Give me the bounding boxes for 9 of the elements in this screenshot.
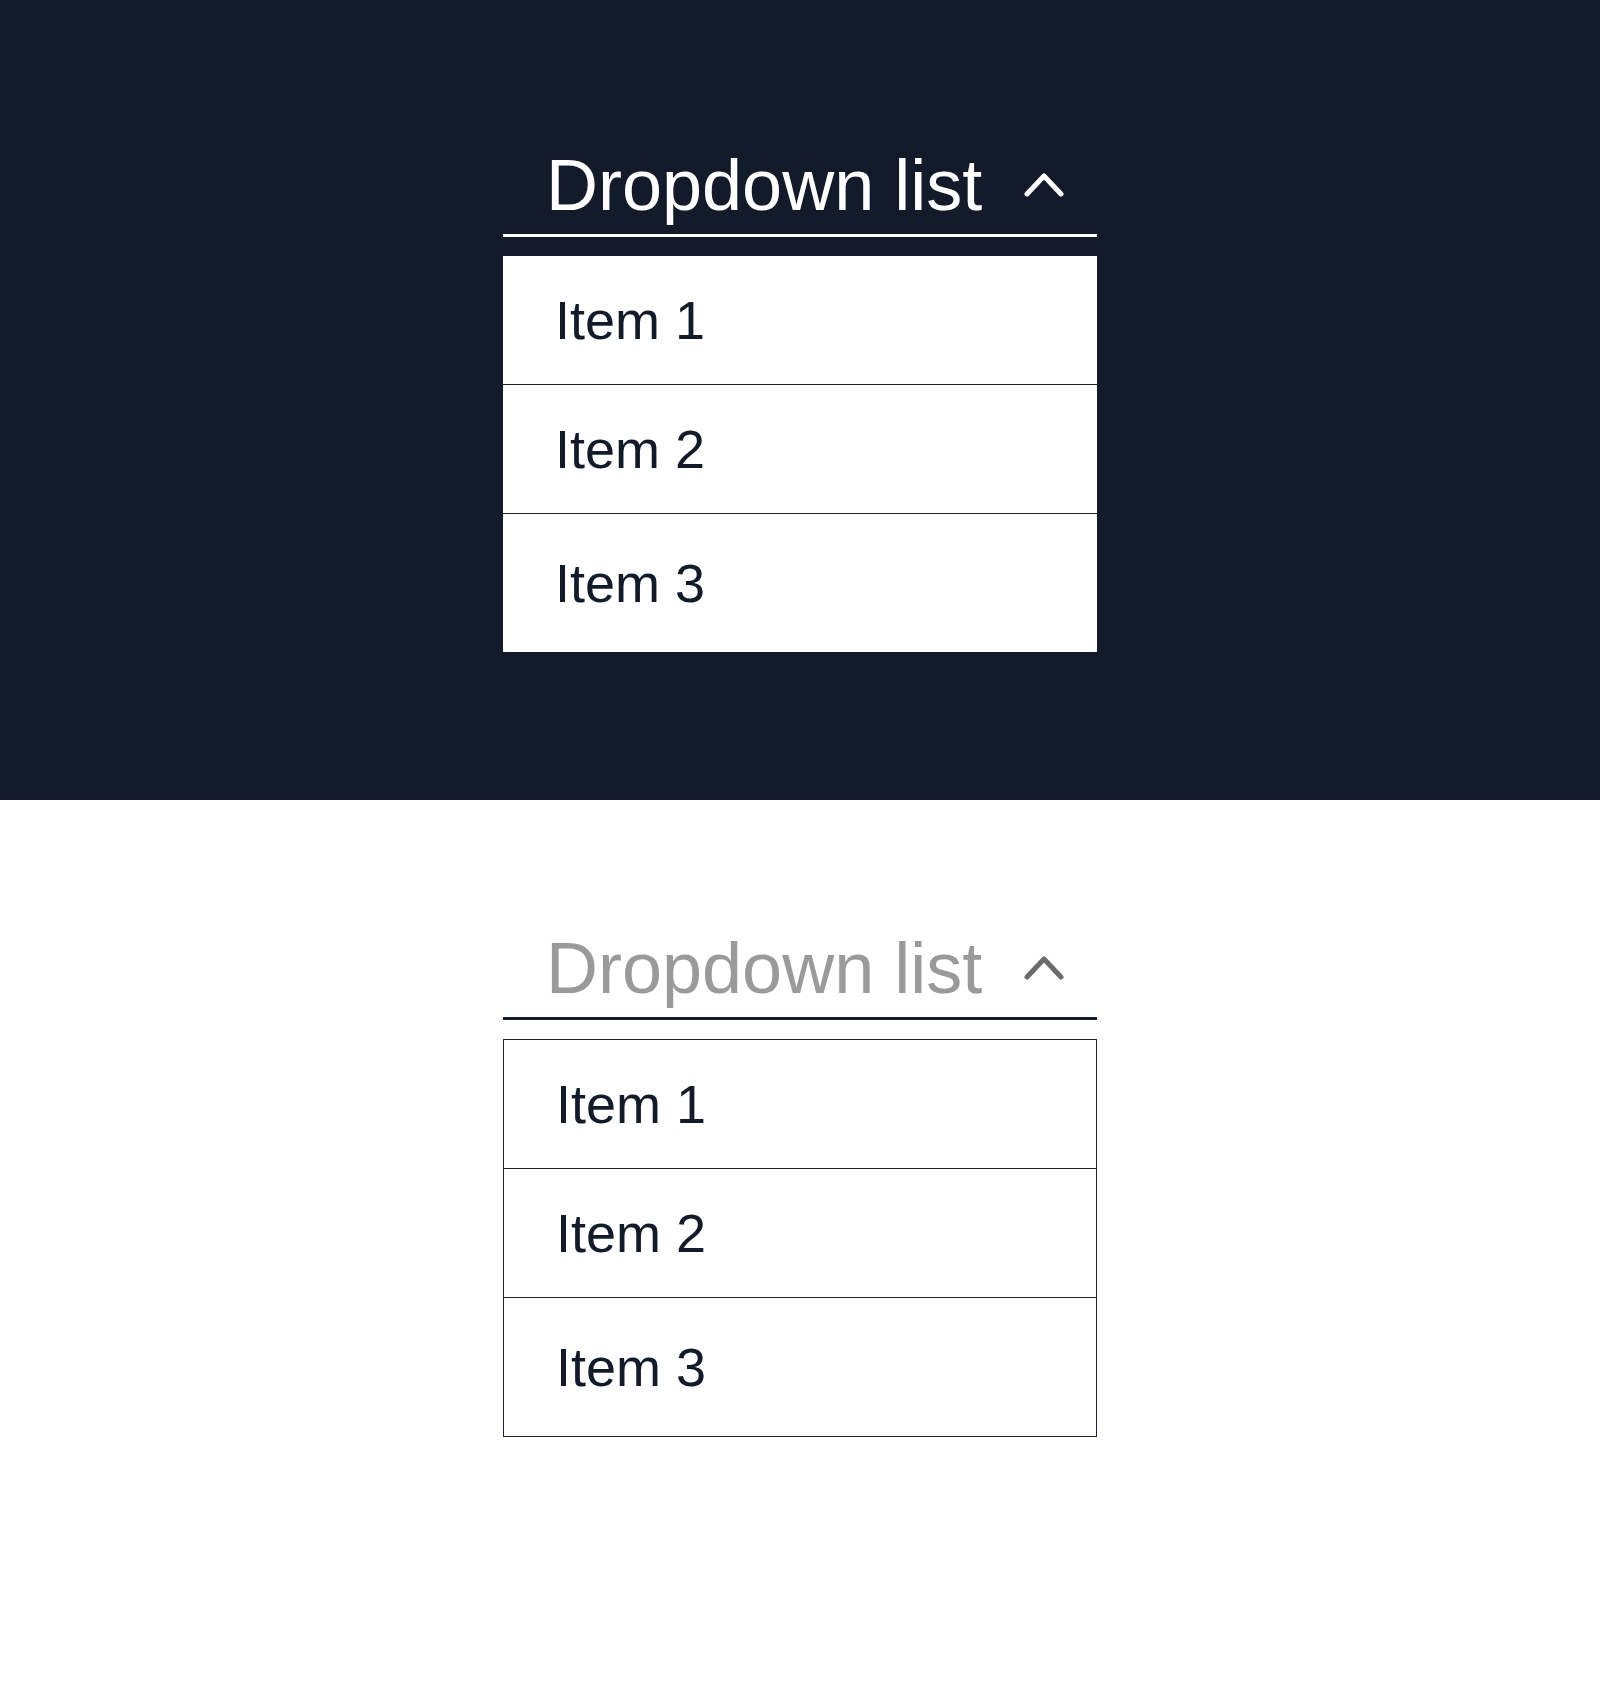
menu-item[interactable]: Item 1 <box>503 256 1097 385</box>
menu-item[interactable]: Item 3 <box>504 1298 1096 1436</box>
chevron-up-icon <box>1024 956 1064 980</box>
menu-item[interactable]: Item 3 <box>503 514 1097 652</box>
chevron-up-icon <box>1024 173 1064 197</box>
menu-item[interactable]: Item 2 <box>503 385 1097 514</box>
menu-item[interactable]: Item 1 <box>504 1040 1096 1169</box>
menu-item[interactable]: Item 2 <box>504 1169 1096 1298</box>
dropdown-toggle[interactable]: Dropdown list <box>503 149 1097 237</box>
